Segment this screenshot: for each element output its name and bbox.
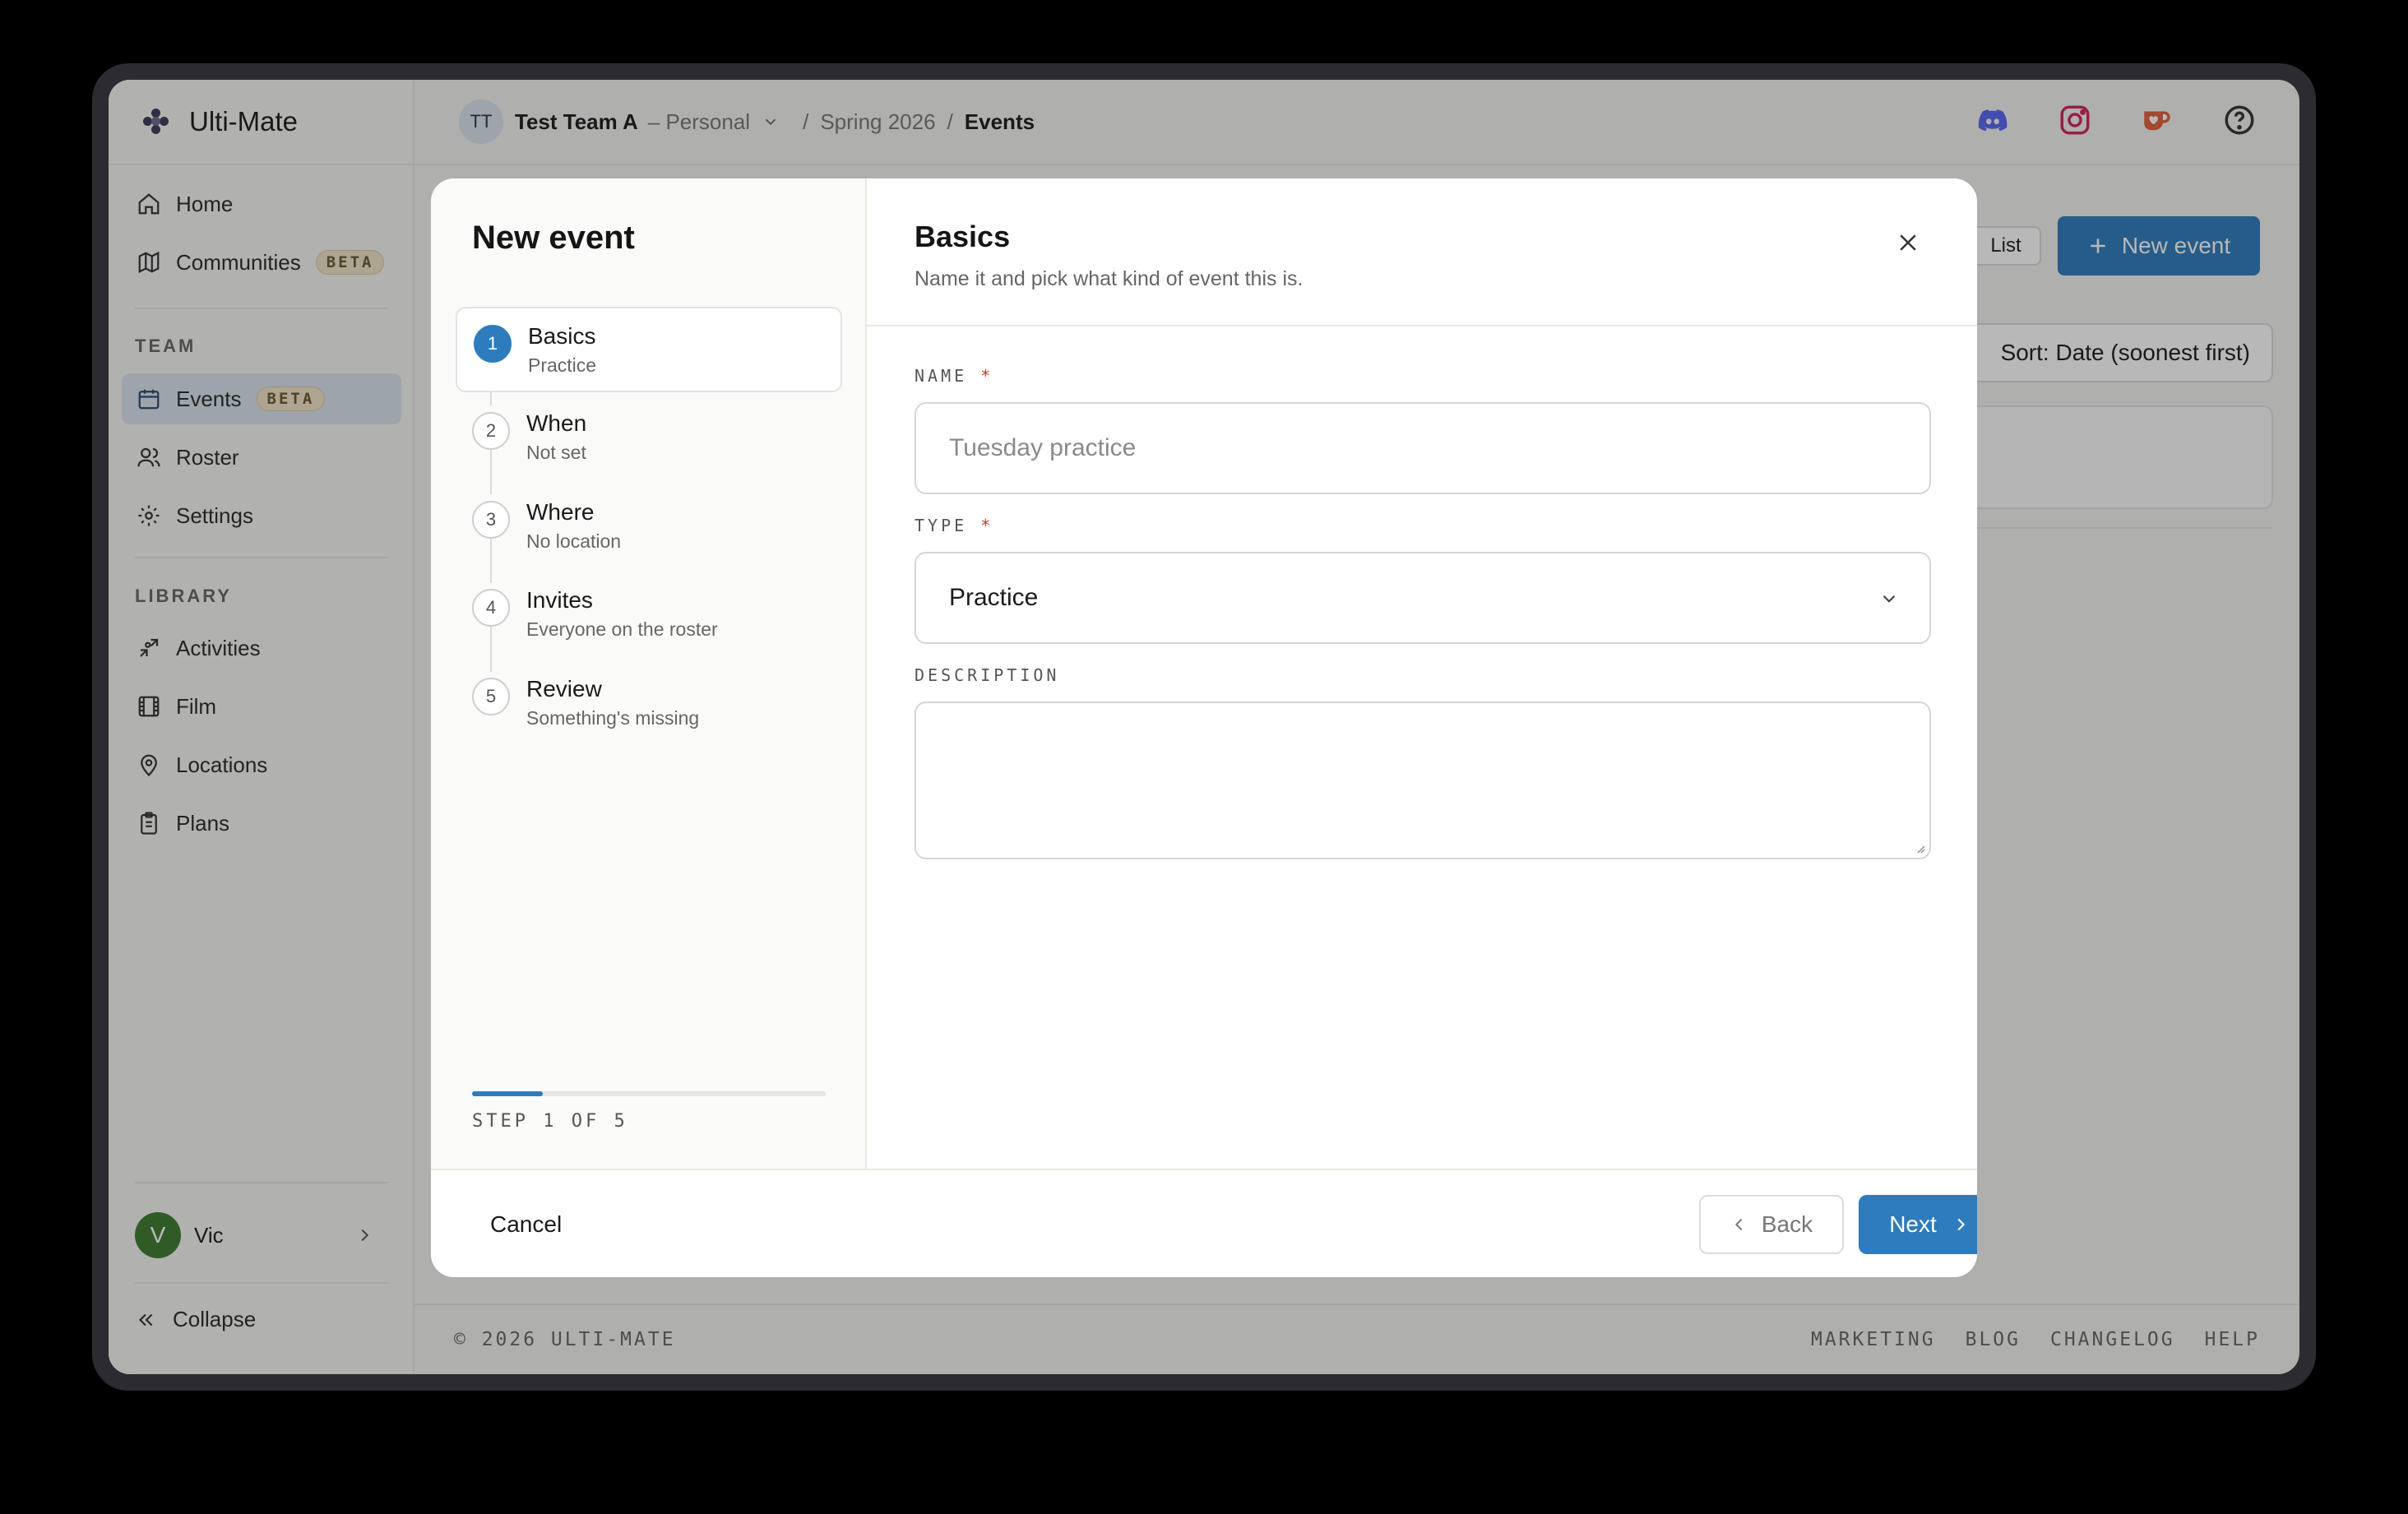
panel-divider bbox=[867, 325, 1977, 326]
step-summary: Something's missing bbox=[526, 707, 700, 729]
step-title: Invites bbox=[526, 587, 593, 613]
step-number: 5 bbox=[472, 678, 510, 715]
type-label: TYPE * bbox=[915, 516, 993, 535]
step-summary: Everyone on the roster bbox=[526, 618, 718, 640]
step-title: When bbox=[526, 410, 587, 436]
step-navigator: New event 1 Basics Practice 2 When Not s… bbox=[431, 178, 867, 1169]
step-counter: STEP 1 OF 5 bbox=[472, 1111, 628, 1132]
required-marker: * bbox=[980, 516, 994, 535]
step-title: Basics bbox=[528, 323, 596, 349]
name-label-text: NAME bbox=[915, 366, 968, 386]
description-label: DESCRIPTION bbox=[915, 665, 1060, 685]
step-progress-fill bbox=[472, 1091, 543, 1096]
type-label-text: TYPE bbox=[915, 516, 968, 535]
description-textarea[interactable] bbox=[915, 701, 1931, 859]
event-type-value: Practice bbox=[949, 584, 1039, 611]
event-type-select[interactable]: Practice bbox=[915, 552, 1931, 644]
step-number: 4 bbox=[472, 589, 510, 627]
step-panel: Basics Name it and pick what kind of eve… bbox=[867, 178, 1977, 1169]
dialog-title: New event bbox=[472, 220, 635, 256]
back-label: Back bbox=[1761, 1211, 1813, 1237]
panel-title: Basics bbox=[915, 220, 1011, 253]
step-summary: Practice bbox=[528, 354, 597, 376]
step-title: Review bbox=[526, 676, 602, 701]
close-button[interactable] bbox=[1890, 225, 1926, 261]
step-invites[interactable]: 4 Invites Everyone on the roster bbox=[456, 572, 842, 658]
next-split-button: Next bbox=[1859, 1195, 1977, 1254]
step-basics[interactable]: 1 Basics Practice bbox=[456, 307, 842, 392]
step-number: 1 bbox=[474, 325, 512, 363]
next-button[interactable]: Next bbox=[1859, 1195, 1977, 1254]
chevron-down-icon bbox=[1882, 595, 1896, 603]
event-name-input[interactable] bbox=[915, 402, 1931, 494]
cancel-button[interactable]: Cancel bbox=[467, 1195, 585, 1254]
resize-handle-icon[interactable] bbox=[1913, 841, 1926, 854]
name-label: NAME * bbox=[915, 366, 993, 386]
step-summary: Not set bbox=[526, 442, 586, 463]
required-marker: * bbox=[980, 366, 994, 386]
app-window: Ulti-Mate Home Communities BETA TEAM Eve… bbox=[109, 80, 2299, 1374]
new-event-dialog: New event 1 Basics Practice 2 When Not s… bbox=[431, 178, 1977, 1277]
back-button[interactable]: Back bbox=[1699, 1195, 1844, 1254]
chevron-left-icon bbox=[1734, 1218, 1743, 1231]
chevron-right-icon bbox=[1957, 1218, 1966, 1231]
next-label: Next bbox=[1889, 1211, 1937, 1237]
step-title: Where bbox=[526, 499, 595, 525]
step-where[interactable]: 3 Where No location bbox=[456, 484, 842, 570]
close-icon bbox=[1900, 234, 1916, 251]
dialog-footer: Cancel Back Next bbox=[431, 1169, 1977, 1277]
step-when[interactable]: 2 When Not set bbox=[456, 396, 842, 481]
step-review[interactable]: 5 Review Something's missing bbox=[456, 661, 842, 747]
step-number: 3 bbox=[472, 501, 510, 539]
step-summary: No location bbox=[526, 530, 622, 552]
step-number: 2 bbox=[472, 412, 510, 450]
panel-subtitle: Name it and pick what kind of event this… bbox=[915, 267, 1304, 290]
step-progress-bar bbox=[472, 1091, 826, 1096]
